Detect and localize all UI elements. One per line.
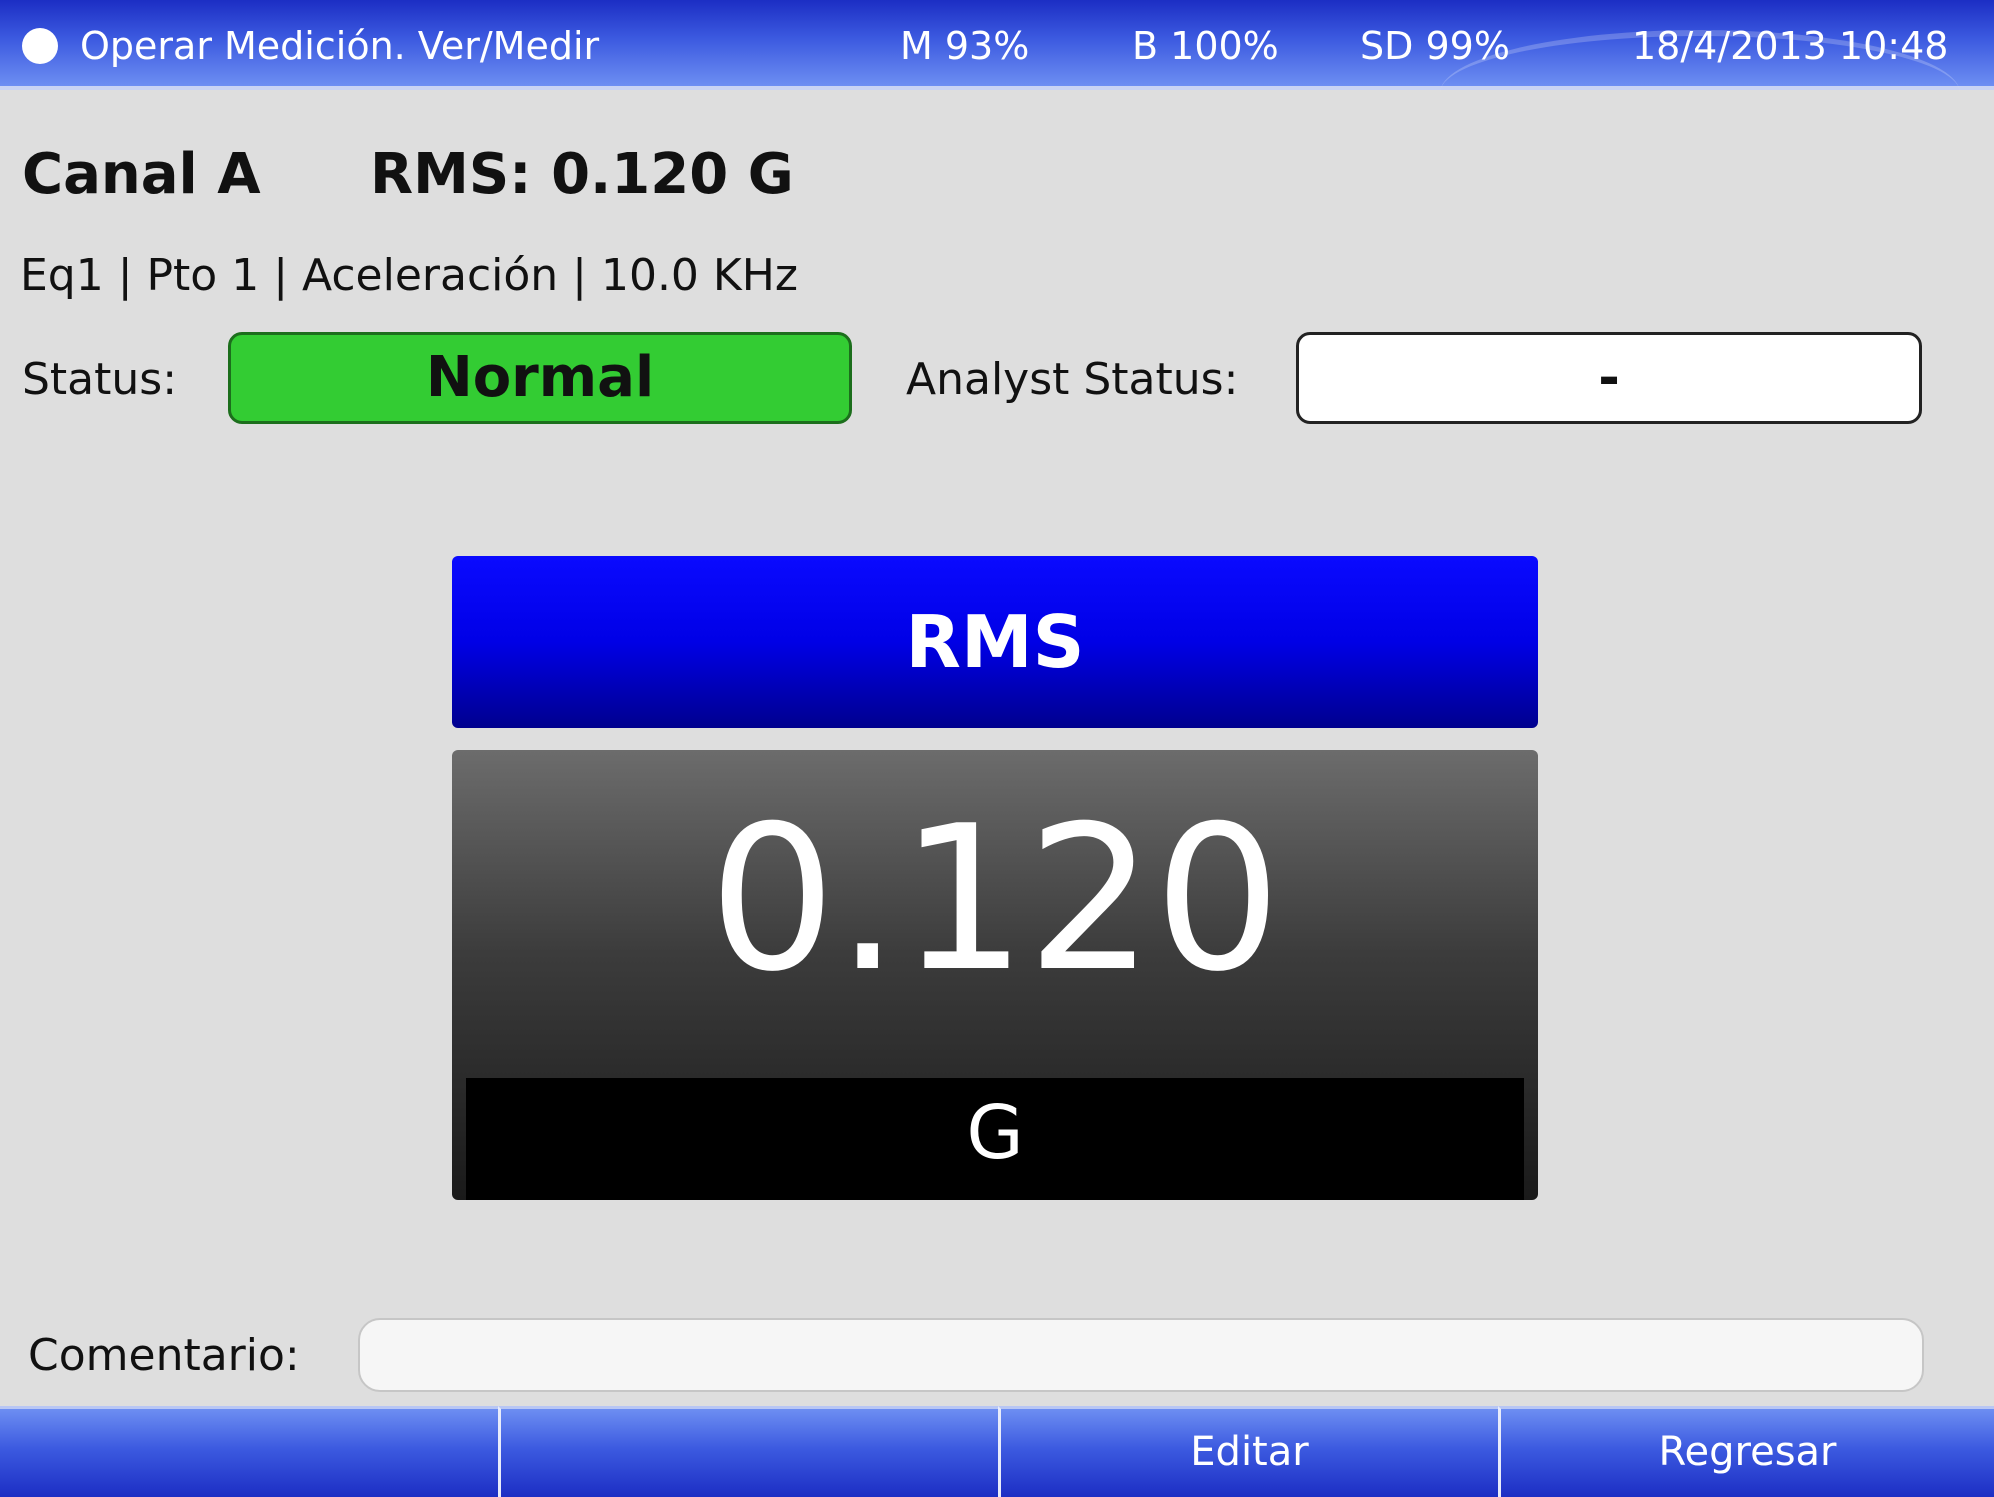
status-label: Status:	[22, 354, 178, 405]
edit-button[interactable]: Editar	[998, 1406, 1498, 1497]
date-time: 18/4/2013 10:48	[1632, 24, 1949, 68]
comment-input[interactable]	[358, 1318, 1924, 1392]
softkey-1[interactable]	[0, 1406, 498, 1497]
channel-label: Canal A	[22, 142, 261, 207]
meter-unit: G	[466, 1078, 1524, 1200]
status-dot-icon	[22, 28, 58, 64]
sd-card-indicator: SD 99%	[1360, 24, 1510, 68]
analyst-status-badge: -	[1296, 332, 1922, 424]
meter-panel: 0.120 G	[452, 750, 1538, 1200]
memory-indicator: M 93%	[900, 24, 1030, 68]
status-badge: Normal	[228, 332, 852, 424]
measurement-path: Eq1 | Pto 1 | Aceleración | 10.0 KHz	[20, 250, 798, 301]
meter-value: 0.120	[708, 783, 1282, 1016]
analyst-status-label: Analyst Status:	[906, 354, 1239, 405]
measurement-screen: Operar Medición. Ver/Medir M 93% B 100% …	[0, 0, 1994, 1497]
softkey-2[interactable]	[498, 1406, 998, 1497]
softkey-bar: Editar Regresar	[0, 1406, 1994, 1497]
rms-summary: RMS: 0.120 G	[370, 142, 794, 207]
battery-indicator: B 100%	[1132, 24, 1279, 68]
screen-title: Operar Medición. Ver/Medir	[80, 24, 600, 68]
comment-label: Comentario:	[28, 1330, 300, 1381]
status-bar: Operar Medición. Ver/Medir M 93% B 100% …	[0, 0, 1994, 90]
back-button[interactable]: Regresar	[1498, 1406, 1994, 1497]
meter-title: RMS	[452, 556, 1538, 728]
